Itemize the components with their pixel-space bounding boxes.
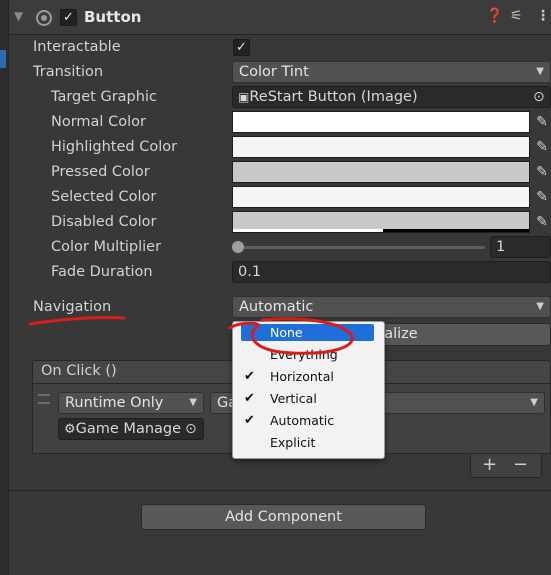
- annotation-circle: [228, 317, 354, 355]
- annotation-underline: [28, 315, 126, 326]
- annotation-overlay: [28, 315, 354, 355]
